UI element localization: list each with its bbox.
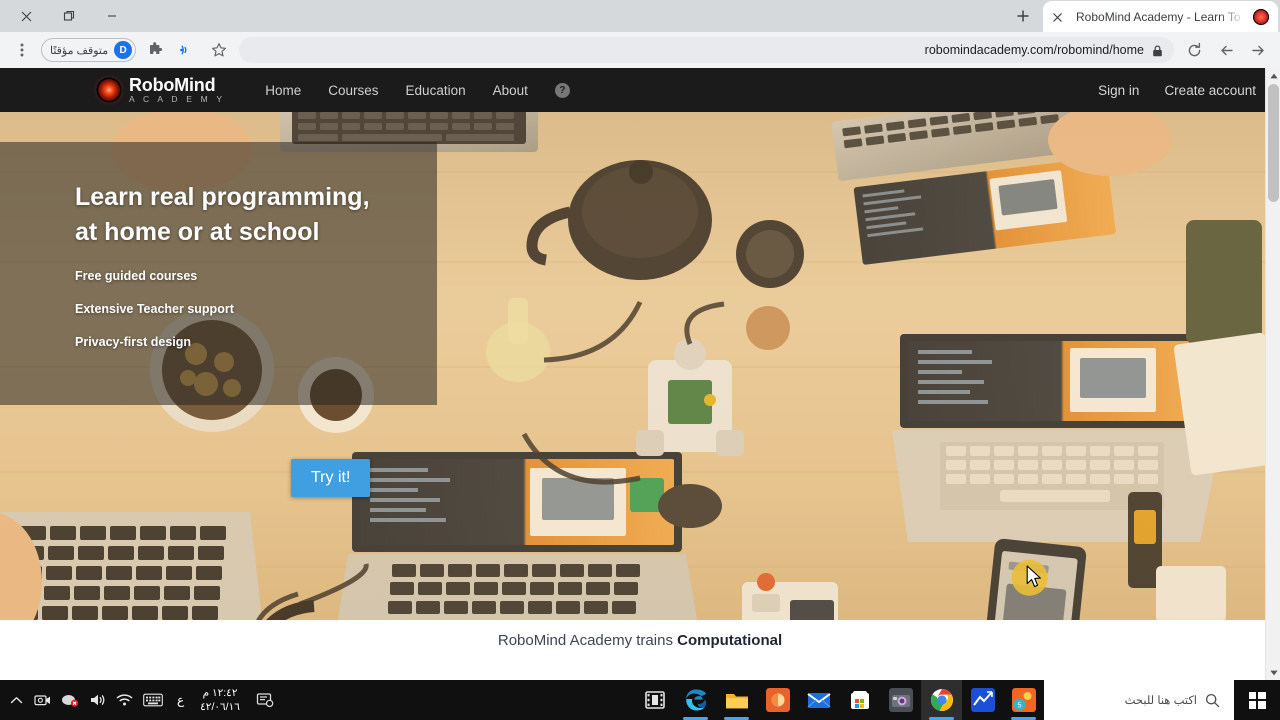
chevron-up-icon[interactable]	[4, 680, 28, 720]
taskbar-clock[interactable]: ١٢:٤٢ م ٤٢/٠٦/١٦	[194, 686, 246, 714]
hero-bullet-3: Privacy-first design	[75, 335, 192, 349]
nav-item-about[interactable]: About	[493, 83, 528, 98]
web-page-viewport: RoboMind A C A D E M Y Home Courses Educ…	[0, 68, 1280, 680]
search-icon	[1205, 693, 1220, 707]
hero-bullet-2: Extensive Teacher support	[75, 302, 234, 316]
robomind-logo-icon	[98, 79, 120, 101]
profile-avatar: D	[114, 41, 133, 59]
screen-root: RoboMind Academy - Learn To C robomindac…	[0, 0, 1280, 720]
hero-caption-bold: Computational	[677, 631, 783, 649]
star-icon[interactable]	[206, 37, 232, 63]
nav-item-courses[interactable]: Courses	[328, 83, 378, 98]
hero-bullet-list: Free guided courses Extensive Teacher su…	[75, 269, 437, 349]
app-blue-chart[interactable]	[962, 680, 1003, 720]
new-tab-button[interactable]	[1009, 2, 1037, 30]
site-nav-links: Home Courses Education About ?	[265, 82, 570, 98]
volume-icon[interactable]	[85, 680, 110, 720]
tab-title: RoboMind Academy - Learn To C	[1076, 9, 1245, 24]
site-logo[interactable]: RoboMind A C A D E M Y	[98, 76, 225, 104]
nav-item-home[interactable]: Home	[265, 83, 301, 98]
tab-strip: RoboMind Academy - Learn To C	[0, 0, 1280, 32]
sign-in-link[interactable]: Sign in	[1098, 83, 1139, 98]
keyboard-icon[interactable]	[139, 680, 167, 720]
tab-close-icon[interactable]	[1052, 10, 1066, 24]
robomind-favicon	[1253, 8, 1269, 25]
wifi-icon[interactable]	[112, 680, 137, 720]
nav-item-education[interactable]: Education	[406, 83, 466, 98]
hero-heading-line1: Learn real programming,	[75, 183, 370, 211]
notification-icon[interactable]	[248, 680, 282, 720]
app-chrome[interactable]	[921, 680, 962, 720]
taskbar-search-box[interactable]: اكتب هنا للبحث	[1044, 680, 1234, 720]
site-account-links: Sign in Create account	[1098, 83, 1256, 98]
system-tray: ١٢:٤٢ م ٤٢/٠٦/١٦ ع	[0, 680, 282, 720]
browser-tab[interactable]: RoboMind Academy - Learn To C	[1043, 1, 1278, 32]
puzzle-icon[interactable]	[142, 37, 168, 63]
forward-arrow-icon[interactable]	[1245, 37, 1271, 63]
app-mail[interactable]	[798, 680, 839, 720]
network-muted-icon[interactable]	[57, 680, 83, 720]
hero-caption-prefix: RoboMind Academy trains	[497, 631, 678, 649]
lock-icon	[1152, 44, 1164, 57]
brand-subtitle: A C A D E M Y	[129, 94, 226, 105]
scrollbar-up-arrow[interactable]	[1266, 68, 1280, 83]
close-icon[interactable]	[8, 1, 45, 32]
page-scrollbar[interactable]	[1265, 68, 1280, 680]
cast-icon[interactable]	[174, 37, 200, 63]
language-indicator[interactable]: ع	[169, 693, 192, 707]
reload-icon[interactable]	[1181, 37, 1207, 63]
profile-status-label: متوقف مؤقتًا	[50, 44, 109, 57]
hero-heading: Learn real programming, at home or at sc…	[75, 180, 437, 249]
site-navbar: RoboMind A C A D E M Y Home Courses Educ…	[0, 68, 1280, 112]
hero-text-overlay: Learn real programming, at home or at sc…	[0, 142, 437, 405]
hero-bullet-1: Free guided courses	[75, 269, 198, 283]
back-arrow-icon[interactable]	[1213, 37, 1239, 63]
chrome-browser-window: RoboMind Academy - Learn To C robomindac…	[0, 0, 1280, 680]
hero-caption-bar: RoboMind Academy trains Computational	[0, 620, 1280, 660]
browser-toolbar: robomindacademy.com/robomind/home D متوق…	[0, 32, 1280, 68]
svg-text:5: 5	[1017, 701, 1021, 710]
taskbar-search-placeholder: اكتب هنا للبحث	[1124, 695, 1197, 707]
minimize-icon[interactable]	[93, 1, 130, 32]
window-controls	[0, 0, 130, 32]
app-file-explorer[interactable]	[716, 680, 757, 720]
app-microsoft-store[interactable]	[839, 680, 880, 720]
app-orange-5[interactable]: 5	[1003, 680, 1044, 720]
app-edge[interactable]	[675, 680, 716, 720]
scrollbar-down-arrow[interactable]	[1266, 665, 1280, 680]
hero-heading-line2: at home or at school	[75, 217, 320, 246]
app-movies-tv[interactable]	[634, 680, 675, 720]
clock-time: ١٢:٤٢ م	[202, 686, 238, 699]
taskbar-app-icons: 5	[634, 680, 1044, 720]
scrollbar-thumb[interactable]	[1268, 84, 1279, 202]
profile-chip[interactable]: D متوقف مؤقتًا	[41, 38, 137, 62]
hero-caption-text: RoboMind Academy trains Computational	[498, 632, 782, 649]
create-account-link[interactable]: Create account	[1164, 83, 1256, 98]
brand-name: RoboMind	[129, 75, 216, 96]
windows-taskbar: اكتب هنا للبحث 5 ١٢:٤٢ م ٤٢/٠٦/١٦ ع	[0, 680, 1280, 720]
try-it-button[interactable]: Try it!	[291, 459, 371, 497]
hero-section: Learn real programming, at home or at sc…	[0, 112, 1280, 660]
address-bar[interactable]: robomindacademy.com/robomind/home	[239, 37, 1174, 63]
app-orange-media[interactable]	[757, 680, 798, 720]
app-camera[interactable]	[880, 680, 921, 720]
restore-icon[interactable]	[51, 1, 88, 32]
windows-start-icon[interactable]	[1234, 680, 1280, 720]
address-bar-url: robomindacademy.com/robomind/home	[924, 43, 1144, 57]
kebab-menu-icon[interactable]	[9, 37, 35, 63]
camera-tray-icon[interactable]	[30, 680, 55, 720]
help-icon[interactable]: ?	[554, 82, 570, 98]
clock-date: ٤٢/٠٦/١٦	[200, 701, 240, 713]
